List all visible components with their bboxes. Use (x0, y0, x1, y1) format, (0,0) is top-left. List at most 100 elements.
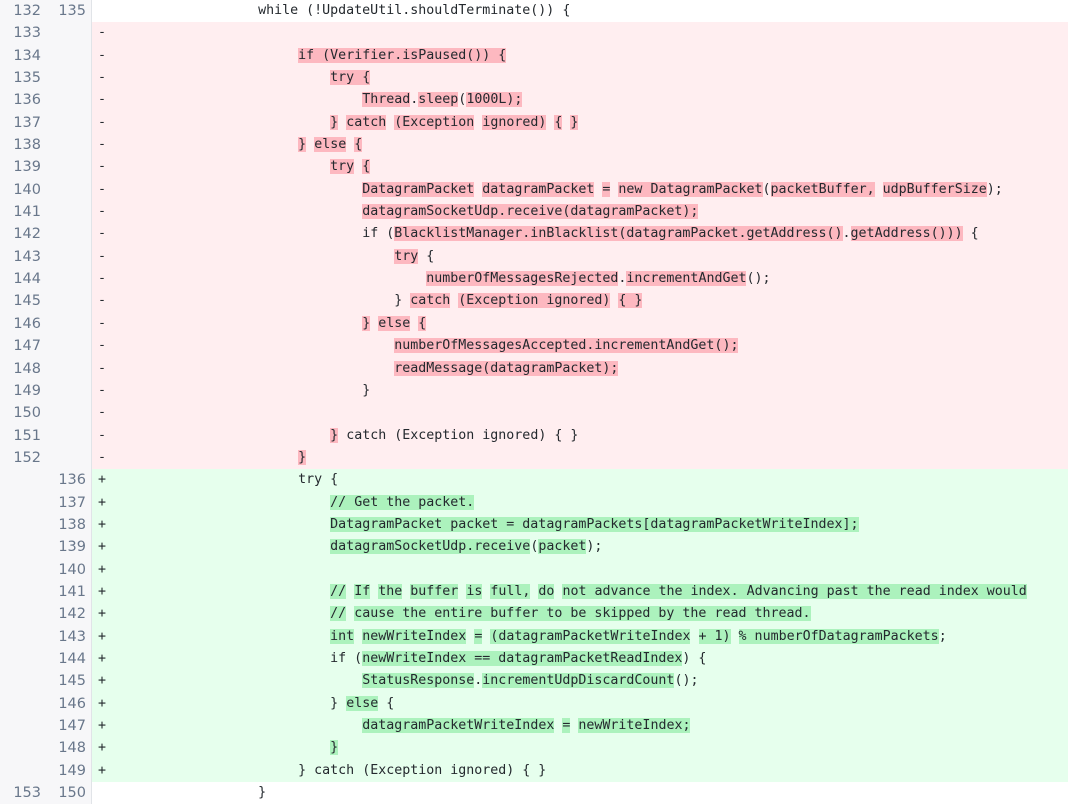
new-line-number[interactable] (46, 335, 92, 357)
new-line-number[interactable] (46, 380, 92, 402)
new-line-number[interactable] (46, 22, 92, 44)
diff-code-cell[interactable]: - Thread.sleep(1000L); (92, 89, 1068, 111)
old-line-number[interactable]: 135 (0, 67, 46, 89)
diff-code-cell[interactable]: + datagramPacketWriteIndex = newWriteInd… (92, 715, 1068, 737)
old-line-number[interactable]: 151 (0, 425, 46, 447)
diff-code-cell[interactable]: - try { (92, 246, 1068, 268)
old-line-number[interactable]: 139 (0, 156, 46, 178)
old-line-number[interactable]: 134 (0, 45, 46, 67)
old-line-number[interactable]: 153 (0, 782, 46, 804)
old-line-number[interactable] (0, 737, 46, 759)
new-line-number[interactable]: 137 (46, 492, 92, 514)
old-line-number[interactable]: 137 (0, 112, 46, 134)
diff-code-cell[interactable]: - } catch (Exception ignored) { } (92, 112, 1068, 134)
new-line-number[interactable] (46, 313, 92, 335)
diff-code-cell[interactable]: - } else { (92, 134, 1068, 156)
new-line-number[interactable]: 136 (46, 469, 92, 491)
old-line-number[interactable] (0, 648, 46, 670)
diff-code-cell[interactable]: - readMessage(datagramPacket); (92, 358, 1068, 380)
new-line-number[interactable] (46, 45, 92, 67)
old-line-number[interactable]: 142 (0, 223, 46, 245)
old-line-number[interactable]: 141 (0, 201, 46, 223)
new-line-number[interactable] (46, 201, 92, 223)
new-line-number[interactable] (46, 89, 92, 111)
diff-code-cell[interactable]: - if (BlacklistManager.inBlacklist(datag… (92, 223, 1068, 245)
old-line-number[interactable] (0, 581, 46, 603)
diff-code-cell[interactable]: - } catch (Exception ignored) { } (92, 425, 1068, 447)
diff-code-cell[interactable]: + } (92, 737, 1068, 759)
diff-code-cell[interactable]: + StatusResponse.incrementUdpDiscardCoun… (92, 670, 1068, 692)
old-line-number[interactable]: 133 (0, 22, 46, 44)
new-line-number[interactable] (46, 179, 92, 201)
new-line-number[interactable]: 143 (46, 626, 92, 648)
old-line-number[interactable]: 152 (0, 447, 46, 469)
new-line-number[interactable]: 149 (46, 760, 92, 782)
old-line-number[interactable] (0, 626, 46, 648)
new-line-number[interactable] (46, 447, 92, 469)
new-line-number[interactable] (46, 223, 92, 245)
new-line-number[interactable] (46, 290, 92, 312)
old-line-number[interactable] (0, 715, 46, 737)
old-line-number[interactable]: 143 (0, 246, 46, 268)
diff-code-cell[interactable]: - } else { (92, 313, 1068, 335)
new-line-number[interactable]: 138 (46, 514, 92, 536)
diff-code-cell[interactable]: - numberOfMessagesRejected.incrementAndG… (92, 268, 1068, 290)
new-line-number[interactable]: 144 (46, 648, 92, 670)
old-line-number[interactable]: 138 (0, 134, 46, 156)
new-line-number[interactable] (46, 246, 92, 268)
old-line-number[interactable]: 140 (0, 179, 46, 201)
new-line-number[interactable]: 140 (46, 559, 92, 581)
diff-code-cell[interactable]: + } else { (92, 693, 1068, 715)
new-line-number[interactable]: 135 (46, 0, 92, 22)
diff-code-cell[interactable]: - datagramSocketUdp.receive(datagramPack… (92, 201, 1068, 223)
diff-code-cell[interactable]: - } (92, 447, 1068, 469)
old-line-number[interactable]: 148 (0, 358, 46, 380)
old-line-number[interactable]: 149 (0, 380, 46, 402)
old-line-number[interactable]: 147 (0, 335, 46, 357)
diff-code-cell[interactable]: } (92, 782, 1068, 804)
diff-code-cell[interactable]: + } catch (Exception ignored) { } (92, 760, 1068, 782)
old-line-number[interactable] (0, 603, 46, 625)
diff-code-cell[interactable]: + // cause the entire buffer to be skipp… (92, 603, 1068, 625)
diff-code-cell[interactable]: - DatagramPacket datagramPacket = new Da… (92, 179, 1068, 201)
old-line-number[interactable] (0, 670, 46, 692)
new-line-number[interactable] (46, 134, 92, 156)
diff-code-cell[interactable]: - } (92, 380, 1068, 402)
new-line-number[interactable]: 141 (46, 581, 92, 603)
new-line-number[interactable] (46, 425, 92, 447)
diff-code-cell[interactable]: - (92, 402, 1068, 424)
new-line-number[interactable]: 145 (46, 670, 92, 692)
old-line-number[interactable] (0, 693, 46, 715)
new-line-number[interactable] (46, 156, 92, 178)
new-line-number[interactable] (46, 402, 92, 424)
new-line-number[interactable] (46, 358, 92, 380)
old-line-number[interactable] (0, 760, 46, 782)
diff-code-cell[interactable]: + if (newWriteIndex == datagramPacketRea… (92, 648, 1068, 670)
new-line-number[interactable]: 139 (46, 536, 92, 558)
old-line-number[interactable]: 145 (0, 290, 46, 312)
diff-code-cell[interactable]: + // Get the packet. (92, 492, 1068, 514)
new-line-number[interactable] (46, 268, 92, 290)
new-line-number[interactable] (46, 67, 92, 89)
diff-code-cell[interactable]: + datagramSocketUdp.receive(packet); (92, 536, 1068, 558)
old-line-number[interactable] (0, 514, 46, 536)
old-line-number[interactable]: 144 (0, 268, 46, 290)
diff-code-cell[interactable]: + DatagramPacket packet = datagramPacket… (92, 514, 1068, 536)
new-line-number[interactable] (46, 112, 92, 134)
diff-code-cell[interactable]: + try { (92, 469, 1068, 491)
new-line-number[interactable]: 147 (46, 715, 92, 737)
diff-code-cell[interactable]: - if (Verifier.isPaused()) { (92, 45, 1068, 67)
new-line-number[interactable]: 150 (46, 782, 92, 804)
old-line-number[interactable]: 136 (0, 89, 46, 111)
old-line-number[interactable]: 146 (0, 313, 46, 335)
diff-code-cell[interactable]: - try { (92, 156, 1068, 178)
old-line-number[interactable]: 150 (0, 402, 46, 424)
diff-code-cell[interactable]: - try { (92, 67, 1068, 89)
diff-code-cell[interactable]: + int newWriteIndex = (datagramPacketWri… (92, 626, 1068, 648)
diff-code-cell[interactable]: + // If the buffer is full, do not advan… (92, 581, 1068, 603)
new-line-number[interactable]: 146 (46, 693, 92, 715)
diff-code-cell[interactable]: + (92, 559, 1068, 581)
diff-code-cell[interactable]: - numberOfMessagesAccepted.incrementAndG… (92, 335, 1068, 357)
diff-code-cell[interactable]: while (!UpdateUtil.shouldTerminate()) { (92, 0, 1068, 22)
diff-code-cell[interactable]: - (92, 22, 1068, 44)
